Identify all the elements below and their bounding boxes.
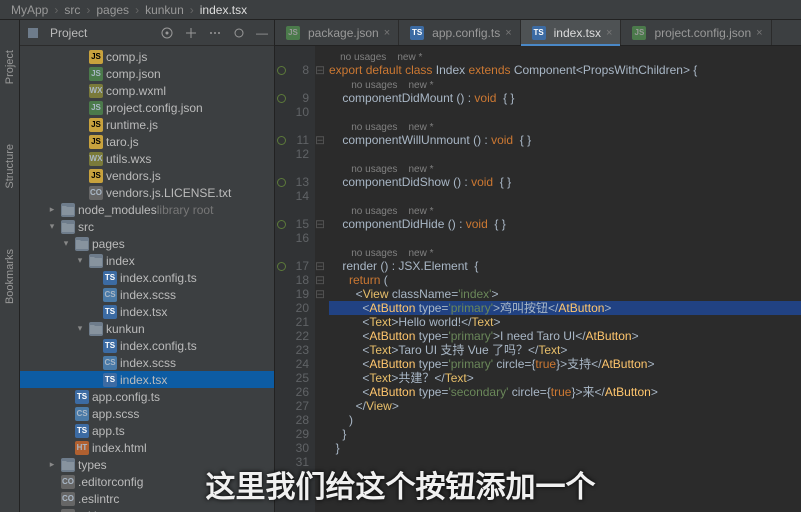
tree-item[interactable]: JSvendors.js (20, 167, 274, 184)
editor-area: JSpackage.json×TSapp.config.ts×TSindex.t… (275, 20, 801, 512)
tree-item[interactable]: TSindex.config.ts (20, 337, 274, 354)
tree-item[interactable]: JStaro.js (20, 133, 274, 150)
tree-item[interactable]: TSapp.config.ts (20, 388, 274, 405)
editor-tab[interactable]: JSpackage.json× (275, 20, 399, 45)
tree-item[interactable]: ▾src (20, 218, 274, 235)
tree-item[interactable]: TSindex.tsx (20, 371, 274, 388)
tree-item[interactable]: JScomp.js (20, 48, 274, 65)
target-icon[interactable] (160, 26, 174, 40)
tree-item[interactable]: JScomp.json (20, 65, 274, 82)
tree-item[interactable]: TSindex.tsx (20, 303, 274, 320)
project-icon (26, 26, 40, 40)
gear-icon[interactable] (232, 26, 246, 40)
code-editor[interactable]: 8910111213141516171819202122232425262728… (275, 46, 801, 512)
tree-item[interactable]: CO.gitignore (20, 507, 274, 512)
tree-item[interactable]: JSproject.config.json (20, 99, 274, 116)
sidebar-title: Project (50, 26, 150, 40)
tree-item[interactable]: COvendors.js.LICENSE.txt (20, 184, 274, 201)
tree-item[interactable]: JSruntime.js (20, 116, 274, 133)
tree-item[interactable]: ▾kunkun (20, 320, 274, 337)
line-gutter: 8910111213141516171819202122232425262728… (275, 46, 315, 512)
left-tool-strip: Project Structure Bookmarks (0, 20, 20, 512)
hide-icon[interactable]: — (256, 26, 268, 40)
tree-item[interactable]: CSindex.scss (20, 286, 274, 303)
tree-item[interactable]: WXcomp.wxml (20, 82, 274, 99)
tool-structure[interactable]: Structure (4, 144, 16, 189)
code-text[interactable]: no usages new *export default class Inde… (325, 46, 801, 512)
tree-item[interactable]: TSapp.ts (20, 422, 274, 439)
tree-item[interactable]: HTindex.html (20, 439, 274, 456)
dots-icon[interactable] (208, 26, 222, 40)
tool-project[interactable]: Project (4, 50, 16, 84)
file-tree[interactable]: JScomp.jsJScomp.jsonWXcomp.wxmlJSproject… (20, 46, 274, 512)
close-icon[interactable]: × (756, 27, 762, 39)
sidebar-header: Project — (20, 20, 274, 46)
breadcrumb: MyApp›src›pages›kunkun›index.tsx (0, 0, 801, 20)
close-icon[interactable]: × (384, 27, 390, 39)
subtitle-caption: 这里我们给这个按钮添加一个 (206, 462, 596, 506)
close-icon[interactable]: × (505, 27, 511, 39)
fold-gutter[interactable]: ⊟⊟⊟⊟⊟⊟ (315, 46, 325, 512)
tree-item[interactable]: CSindex.scss (20, 354, 274, 371)
editor-tab[interactable]: TSapp.config.ts× (399, 20, 520, 45)
project-sidebar: Project — JScomp.jsJScomp.jsonWXcomp.wxm… (20, 20, 275, 512)
tree-item[interactable]: CSapp.scss (20, 405, 274, 422)
tree-item[interactable]: TSindex.config.ts (20, 269, 274, 286)
tree-item[interactable]: WXutils.wxs (20, 150, 274, 167)
editor-tabs: JSpackage.json×TSapp.config.ts×TSindex.t… (275, 20, 801, 46)
tree-item[interactable]: ▾pages (20, 235, 274, 252)
close-icon[interactable]: × (606, 27, 612, 39)
tool-bookmarks[interactable]: Bookmarks (4, 249, 16, 304)
divide-icon[interactable] (184, 26, 198, 40)
tree-item[interactable]: ▾index (20, 252, 274, 269)
editor-tab[interactable]: TSindex.tsx× (521, 20, 622, 45)
tree-item[interactable]: ▸node_modules library root (20, 201, 274, 218)
editor-tab[interactable]: JSproject.config.json× (621, 20, 771, 45)
